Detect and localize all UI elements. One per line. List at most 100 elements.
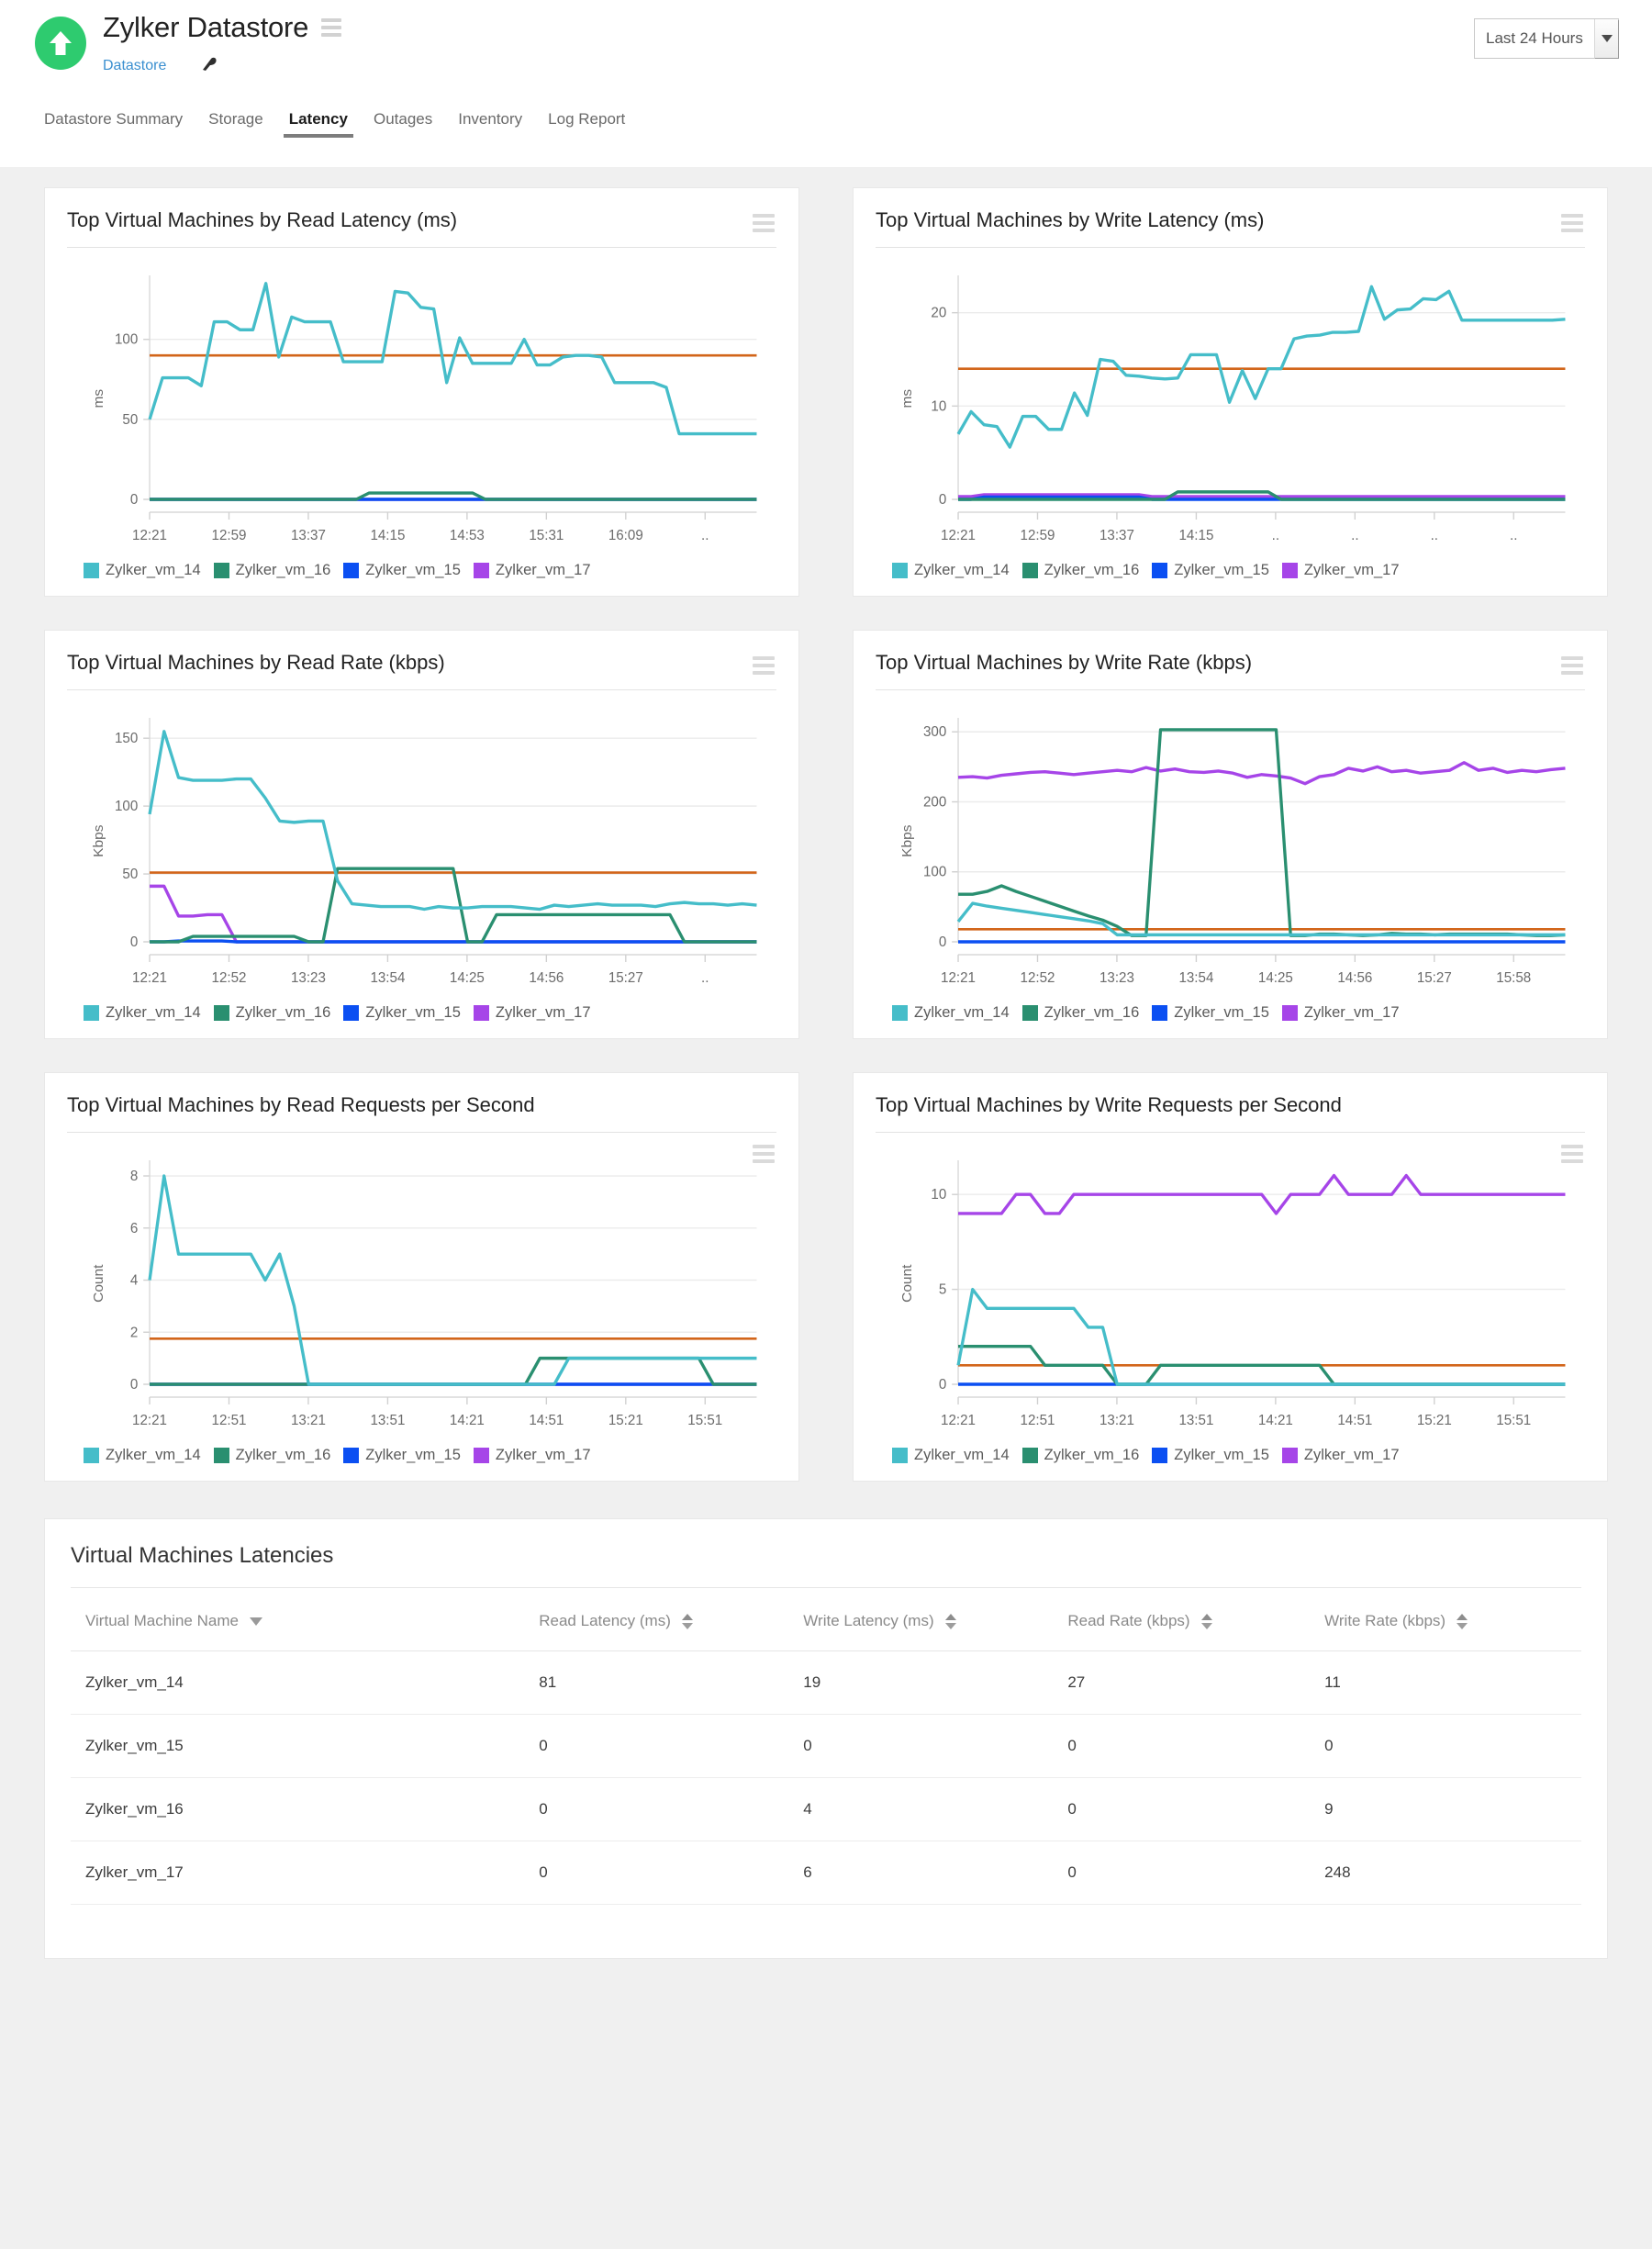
chevron-down-icon[interactable]: [1594, 19, 1618, 58]
svg-text:Count: Count: [91, 1264, 106, 1303]
legend-item-zylker_vm_15[interactable]: Zylker_vm_15: [343, 562, 461, 579]
hamburger-menu-icon[interactable]: [1561, 214, 1583, 232]
sort-both-icon[interactable]: [1201, 1614, 1212, 1629]
tab-storage[interactable]: Storage: [195, 105, 276, 138]
legend-item-zylker_vm_15[interactable]: Zylker_vm_15: [1152, 1447, 1269, 1464]
legend-item-zylker_vm_14[interactable]: Zylker_vm_14: [84, 1447, 201, 1464]
svg-text:14:21: 14:21: [1258, 1413, 1293, 1428]
legend-item-zylker_vm_14[interactable]: Zylker_vm_14: [84, 1004, 201, 1022]
hamburger-menu-icon[interactable]: [321, 18, 341, 37]
chart-title-write-latency: Top Virtual Machines by Write Latency (m…: [876, 208, 1585, 248]
legend-swatch-icon: [892, 1005, 908, 1021]
table-header: Virtual Machine Name Read Latency (ms) W…: [71, 1588, 1581, 1651]
cell-read-rate: 0: [1067, 1715, 1324, 1778]
tab-inventory[interactable]: Inventory: [445, 105, 535, 138]
cell-read-rate: 0: [1067, 1778, 1324, 1841]
legend-label: Zylker_vm_15: [1174, 1447, 1269, 1464]
cell-read-latency: 81: [539, 1651, 803, 1715]
svg-text:ms: ms: [91, 389, 106, 408]
svg-text:20: 20: [931, 306, 946, 321]
legend-item-zylker_vm_16[interactable]: Zylker_vm_16: [214, 1447, 331, 1464]
hamburger-menu-icon[interactable]: [1561, 656, 1583, 675]
legend-label: Zylker_vm_15: [1174, 562, 1269, 579]
svg-text:14:56: 14:56: [1337, 970, 1372, 986]
legend-item-zylker_vm_16[interactable]: Zylker_vm_16: [214, 1004, 331, 1022]
hamburger-menu-icon[interactable]: [753, 656, 775, 675]
legend-item-zylker_vm_16[interactable]: Zylker_vm_16: [1022, 1004, 1140, 1022]
card-read-rate: Top Virtual Machines by Read Rate (kbps)…: [44, 630, 799, 1039]
svg-text:14:25: 14:25: [1258, 970, 1293, 986]
time-range-value: Last 24 Hours: [1475, 29, 1583, 48]
hamburger-menu-icon[interactable]: [753, 214, 775, 232]
tab-outages[interactable]: Outages: [361, 105, 445, 138]
legend-label: Zylker_vm_15: [365, 1447, 461, 1464]
col-header-write-rate[interactable]: Write Rate (kbps): [1324, 1588, 1581, 1651]
table-row[interactable]: Zylker_vm_17 0 6 0 248: [71, 1841, 1581, 1905]
legend-swatch-icon: [474, 563, 489, 578]
legend-item-zylker_vm_17[interactable]: Zylker_vm_17: [474, 1004, 591, 1022]
legend-item-zylker_vm_17[interactable]: Zylker_vm_17: [474, 562, 591, 579]
col-header-write-latency[interactable]: Write Latency (ms): [803, 1588, 1067, 1651]
sort-both-icon[interactable]: [682, 1614, 693, 1629]
legend-item-zylker_vm_15[interactable]: Zylker_vm_15: [343, 1004, 461, 1022]
tag-icon[interactable]: [199, 54, 219, 79]
col-label: Virtual Machine Name: [85, 1612, 239, 1630]
legend-item-zylker_vm_14[interactable]: Zylker_vm_14: [84, 562, 201, 579]
legend-item-zylker_vm_17[interactable]: Zylker_vm_17: [474, 1447, 591, 1464]
cell-vm-name: Zylker_vm_14: [71, 1651, 539, 1715]
card-write-rate: Top Virtual Machines by Write Rate (kbps…: [853, 630, 1608, 1039]
table-row[interactable]: Zylker_vm_15 0 0 0 0: [71, 1715, 1581, 1778]
sort-both-icon[interactable]: [945, 1614, 956, 1629]
legend-swatch-icon: [1022, 563, 1038, 578]
breadcrumb[interactable]: Datastore: [103, 58, 166, 74]
legend-label: Zylker_vm_17: [496, 562, 591, 579]
chart-write-latency: 01020ms12:2112:5913:3714:15........: [876, 253, 1585, 556]
legend-swatch-icon: [1282, 563, 1298, 578]
legend-item-zylker_vm_15[interactable]: Zylker_vm_15: [343, 1447, 461, 1464]
sort-both-icon[interactable]: [1457, 1614, 1468, 1629]
legend-label: Zylker_vm_17: [1304, 1004, 1400, 1022]
tab-latency[interactable]: Latency: [276, 105, 361, 138]
svg-text:15:21: 15:21: [1417, 1413, 1452, 1428]
chart-write-rate: 0100200300Kbps12:2112:5213:2313:5414:251…: [876, 696, 1585, 999]
tab-log-report[interactable]: Log Report: [535, 105, 638, 138]
svg-text:14:56: 14:56: [529, 970, 564, 986]
time-range-select[interactable]: Last 24 Hours: [1474, 18, 1619, 59]
col-label: Read Latency (ms): [539, 1612, 671, 1630]
svg-text:13:23: 13:23: [1099, 970, 1134, 986]
legend-item-zylker_vm_15[interactable]: Zylker_vm_15: [1152, 1004, 1269, 1022]
table-row[interactable]: Zylker_vm_16 0 4 0 9: [71, 1778, 1581, 1841]
legend-item-zylker_vm_16[interactable]: Zylker_vm_16: [1022, 562, 1140, 579]
legend-item-zylker_vm_16[interactable]: Zylker_vm_16: [1022, 1447, 1140, 1464]
cell-write-latency: 4: [803, 1778, 1067, 1841]
svg-text:15:51: 15:51: [1496, 1413, 1531, 1428]
legend-item-zylker_vm_17[interactable]: Zylker_vm_17: [1282, 1447, 1400, 1464]
col-header-read-latency[interactable]: Read Latency (ms): [539, 1588, 803, 1651]
legend-item-zylker_vm_14[interactable]: Zylker_vm_14: [892, 562, 1010, 579]
svg-text:..: ..: [701, 528, 709, 543]
legend-item-zylker_vm_16[interactable]: Zylker_vm_16: [214, 562, 331, 579]
legend-item-zylker_vm_14[interactable]: Zylker_vm_14: [892, 1004, 1010, 1022]
hamburger-menu-icon[interactable]: [753, 1145, 775, 1163]
svg-text:Kbps: Kbps: [899, 824, 915, 857]
up-arrow-circle-icon: [35, 17, 86, 70]
col-header-read-rate[interactable]: Read Rate (kbps): [1067, 1588, 1324, 1651]
legend-item-zylker_vm_14[interactable]: Zylker_vm_14: [892, 1447, 1010, 1464]
col-header-virtual-machine-name[interactable]: Virtual Machine Name: [71, 1588, 539, 1651]
sort-desc-icon[interactable]: [250, 1617, 262, 1626]
table-row[interactable]: Zylker_vm_14 81 19 27 11: [71, 1651, 1581, 1715]
legend-item-zylker_vm_15[interactable]: Zylker_vm_15: [1152, 562, 1269, 579]
legend-swatch-icon: [892, 1448, 908, 1463]
legend-label: Zylker_vm_17: [496, 1447, 591, 1464]
legend-item-zylker_vm_17[interactable]: Zylker_vm_17: [1282, 562, 1400, 579]
tab-datastore-summary[interactable]: Datastore Summary: [31, 105, 195, 138]
series-zylker_vm_15: [150, 941, 756, 942]
svg-text:100: 100: [923, 865, 946, 880]
legend-label: Zylker_vm_14: [914, 1004, 1010, 1022]
hamburger-menu-icon[interactable]: [1561, 1145, 1583, 1163]
legend-item-zylker_vm_17[interactable]: Zylker_vm_17: [1282, 1004, 1400, 1022]
svg-text:Count: Count: [899, 1264, 915, 1303]
legend-swatch-icon: [343, 563, 359, 578]
svg-text:100: 100: [115, 332, 138, 348]
legend-swatch-icon: [214, 563, 229, 578]
